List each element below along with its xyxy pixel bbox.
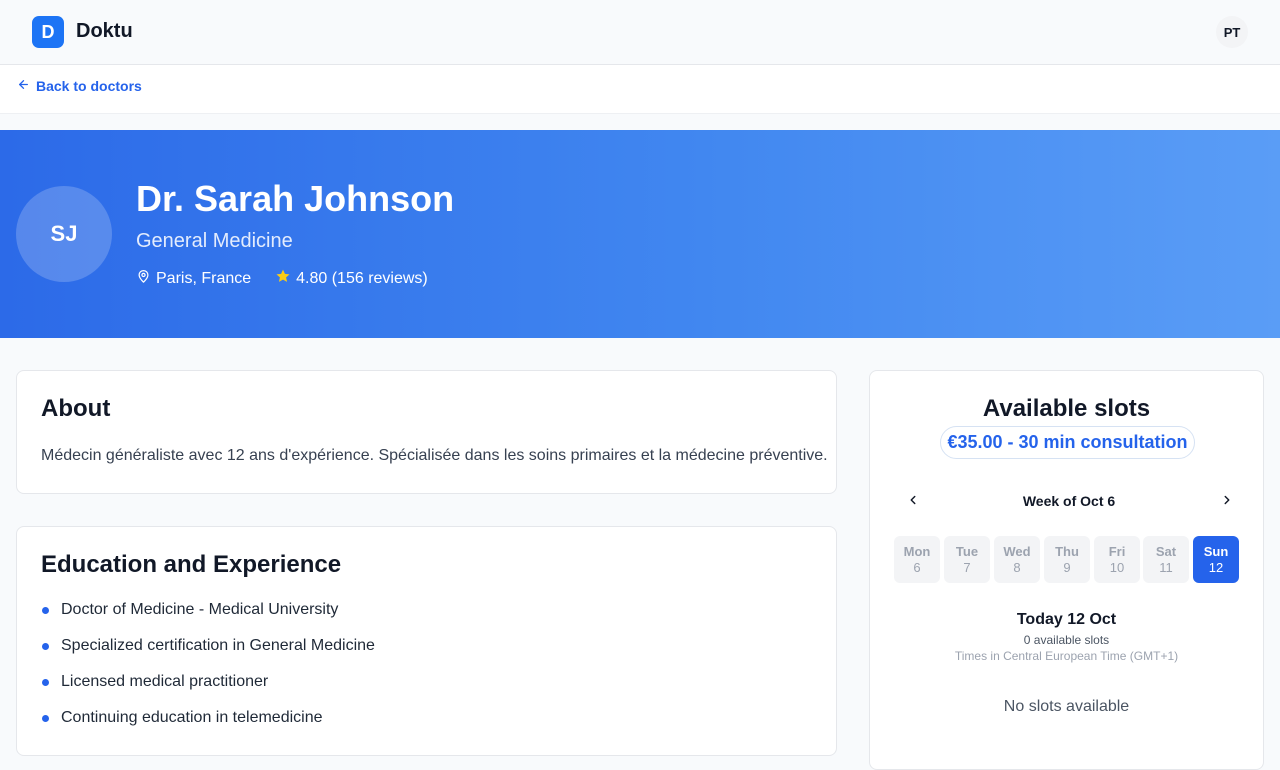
week-navigator: Week of Oct 6 — [898, 489, 1240, 515]
chevron-right-icon — [1220, 493, 1234, 512]
day-button-sat[interactable]: Sat 11 — [1143, 536, 1189, 583]
back-link-label: Back to doctors — [36, 78, 142, 94]
timezone-note: Times in Central European Time (GMT+1) — [954, 649, 1179, 663]
list-item: Continuing education in telemedicine — [41, 709, 375, 745]
day-number: 11 — [1159, 559, 1173, 575]
day-number: 7 — [963, 559, 971, 575]
back-bar: Back to doctors — [0, 65, 1280, 114]
doctor-rating: 4.80 (156 reviews) — [275, 268, 428, 289]
price-badge: €35.00 - 30 min consultation — [940, 426, 1195, 459]
day-button-wed[interactable]: Wed 8 — [994, 536, 1040, 583]
doctor-name: Dr. Sarah Johnson — [136, 178, 455, 219]
list-item: Doctor of Medicine - Medical University — [41, 601, 375, 637]
no-slots-message: No slots available — [1003, 698, 1130, 715]
day-name: Tue — [955, 543, 979, 559]
day-number: 12 — [1208, 559, 1224, 575]
day-name: Wed — [1003, 543, 1031, 559]
day-button-mon[interactable]: Mon 6 — [894, 536, 940, 583]
available-slots-card: Available slots €35.00 - 30 min consulta… — [869, 370, 1264, 770]
doctor-meta: Paris, France 4.80 (156 reviews) — [136, 268, 428, 289]
back-to-doctors-link[interactable]: Back to doctors — [17, 78, 142, 94]
selected-date-title: Today 12 Oct — [1016, 611, 1117, 628]
day-number: 8 — [1013, 559, 1021, 575]
doctor-avatar: SJ — [16, 186, 112, 282]
day-number: 10 — [1109, 559, 1125, 575]
brand-name[interactable]: Doktu — [76, 20, 133, 43]
day-name: Sat — [1155, 543, 1177, 559]
doctor-specialty: General Medicine — [136, 230, 293, 252]
day-name: Thu — [1055, 543, 1079, 559]
rating-text: 4.80 (156 reviews) — [296, 269, 428, 287]
list-item: Licensed medical practitioner — [41, 673, 375, 709]
list-item: Specialized certification in General Med… — [41, 637, 375, 673]
day-number: 6 — [913, 559, 921, 575]
day-button-thu[interactable]: Thu 9 — [1044, 536, 1090, 583]
day-button-sun[interactable]: Sun 12 — [1193, 536, 1239, 583]
star-icon — [275, 268, 291, 289]
education-card: Education and Experience Doctor of Medic… — [16, 526, 837, 756]
day-button-tue[interactable]: Tue 7 — [944, 536, 990, 583]
logo-icon[interactable]: D — [32, 16, 64, 48]
education-title: Education and Experience — [41, 551, 342, 578]
about-title: About — [41, 395, 111, 422]
arrow-left-icon — [17, 78, 30, 94]
doctor-hero: SJ Dr. Sarah Johnson General Medicine Pa… — [0, 130, 1280, 338]
next-week-button[interactable] — [1214, 489, 1240, 515]
about-text: Médecin généraliste avec 12 ans d'expéri… — [41, 447, 828, 464]
day-button-fri[interactable]: Fri 10 — [1094, 536, 1140, 583]
day-selector: Mon 6 Tue 7 Wed 8 Thu 9 Fri 10 Sat 11 Su… — [894, 536, 1240, 583]
top-navbar: D Doktu PT — [0, 0, 1280, 65]
about-card: About Médecin généraliste avec 12 ans d'… — [16, 370, 837, 494]
education-list: Doctor of Medicine - Medical University … — [41, 601, 375, 745]
available-slots-count: 0 available slots — [1023, 633, 1110, 647]
day-name: Sun — [1203, 543, 1229, 559]
doctor-location: Paris, France — [136, 269, 251, 289]
map-pin-icon — [136, 269, 151, 289]
day-name: Mon — [903, 543, 931, 559]
location-text: Paris, France — [156, 269, 252, 287]
slots-title: Available slots — [982, 395, 1151, 422]
week-label: Week of Oct 6 — [1022, 493, 1116, 509]
user-avatar[interactable]: PT — [1216, 16, 1248, 48]
day-number: 9 — [1063, 559, 1071, 575]
day-name: Fri — [1108, 543, 1126, 559]
